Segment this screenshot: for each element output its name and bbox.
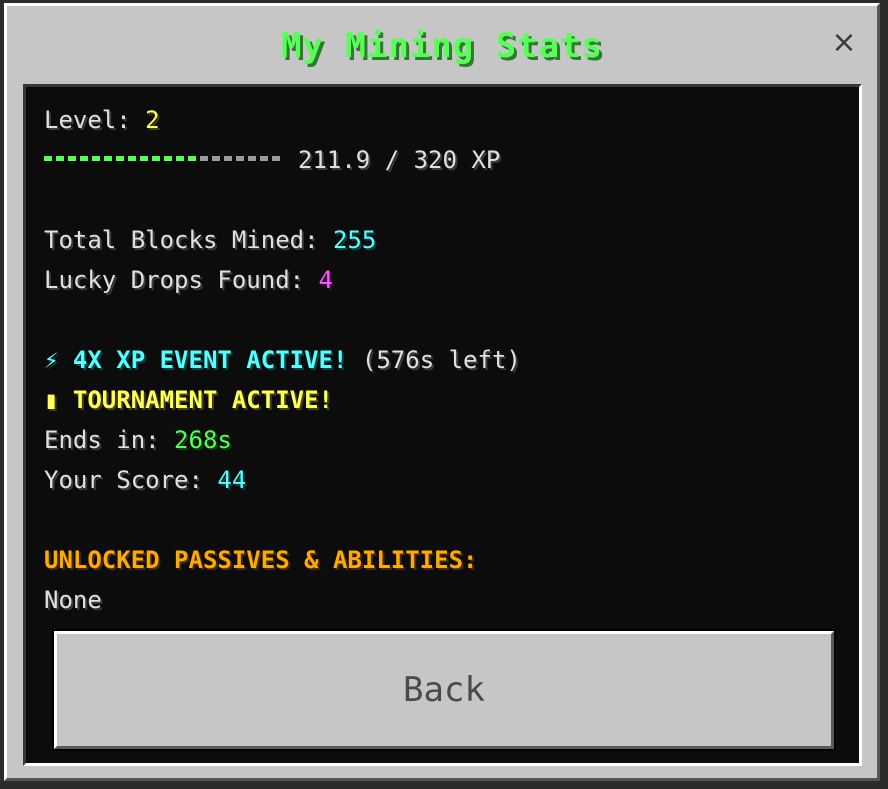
xp-bar-graphic (44, 156, 280, 161)
score-value: 44 (217, 466, 247, 494)
xp-text: 211.9 / 320 XP (298, 146, 501, 174)
xp-line: 211.9 / 320 XP (44, 145, 500, 175)
xp-event-text: 4X XP EVENT ACTIVE! (72, 346, 348, 374)
xp-segment-filled (164, 156, 172, 161)
xp-segment-filled (68, 156, 76, 161)
xp-segment-filled (140, 156, 148, 161)
blocks-value: 255 (332, 226, 377, 254)
xp-segment-empty (260, 156, 268, 161)
score-line: Your Score: 44 (44, 465, 246, 495)
xp-segment-filled (104, 156, 112, 161)
xp-progress-bar (44, 155, 280, 163)
ends-line: Ends in: 268s (44, 425, 232, 455)
ends-label: Ends in: (44, 426, 175, 454)
xp-segment-filled (116, 156, 124, 161)
xp-segment-empty (200, 156, 208, 161)
ends-value: 268s (174, 426, 232, 454)
trophy-icon: ▮ (44, 386, 59, 414)
passives-heading: UNLOCKED PASSIVES & ABILITIES: (44, 546, 478, 574)
level-label: Level: (44, 106, 146, 134)
xp-segment-filled (56, 156, 64, 161)
level-value: 2 (145, 106, 160, 134)
xp-segment-filled (152, 156, 160, 161)
xp-segment-empty (248, 156, 256, 161)
tournament-line: ▮ TOURNAMENT ACTIVE! (44, 385, 333, 415)
lucky-label: Lucky Drops Found: (44, 266, 319, 294)
dialog-title: My Mining Stats (280, 26, 604, 66)
xp-segment-empty (272, 156, 280, 161)
stats-panel: Level: 2 211.9 / 320 XP Total Blocks Min… (23, 84, 862, 766)
lucky-line: Lucky Drops Found: 4 (44, 265, 333, 295)
close-icon[interactable]: × (829, 28, 859, 58)
xp-segment-filled (92, 156, 100, 161)
passives-value: None (44, 586, 102, 614)
xp-segment-empty (212, 156, 220, 161)
xp-segment-empty (224, 156, 232, 161)
xp-segment-filled (176, 156, 184, 161)
lightning-icon: ⚡ (44, 346, 59, 374)
lucky-value: 4 (318, 266, 333, 294)
xp-segment-filled (188, 156, 196, 161)
xp-event-time: (576s left) (347, 346, 521, 374)
back-button[interactable]: Back (52, 629, 836, 751)
level-line: Level: 2 (44, 105, 160, 135)
blocks-line: Total Blocks Mined: 255 (44, 225, 376, 255)
xp-event-line: ⚡ 4X XP EVENT ACTIVE! (576s left) (44, 345, 521, 375)
xp-segment-filled (80, 156, 88, 161)
blocks-label: Total Blocks Mined: (44, 226, 333, 254)
xp-segment-empty (236, 156, 244, 161)
stats-dialog: My Mining Stats × Level: 2 211.9 / 320 X… (4, 3, 880, 781)
xp-segment-filled (44, 156, 52, 161)
score-label: Your Score: (44, 466, 218, 494)
xp-segment-filled (128, 156, 136, 161)
tournament-text: TOURNAMENT ACTIVE! (72, 386, 333, 414)
